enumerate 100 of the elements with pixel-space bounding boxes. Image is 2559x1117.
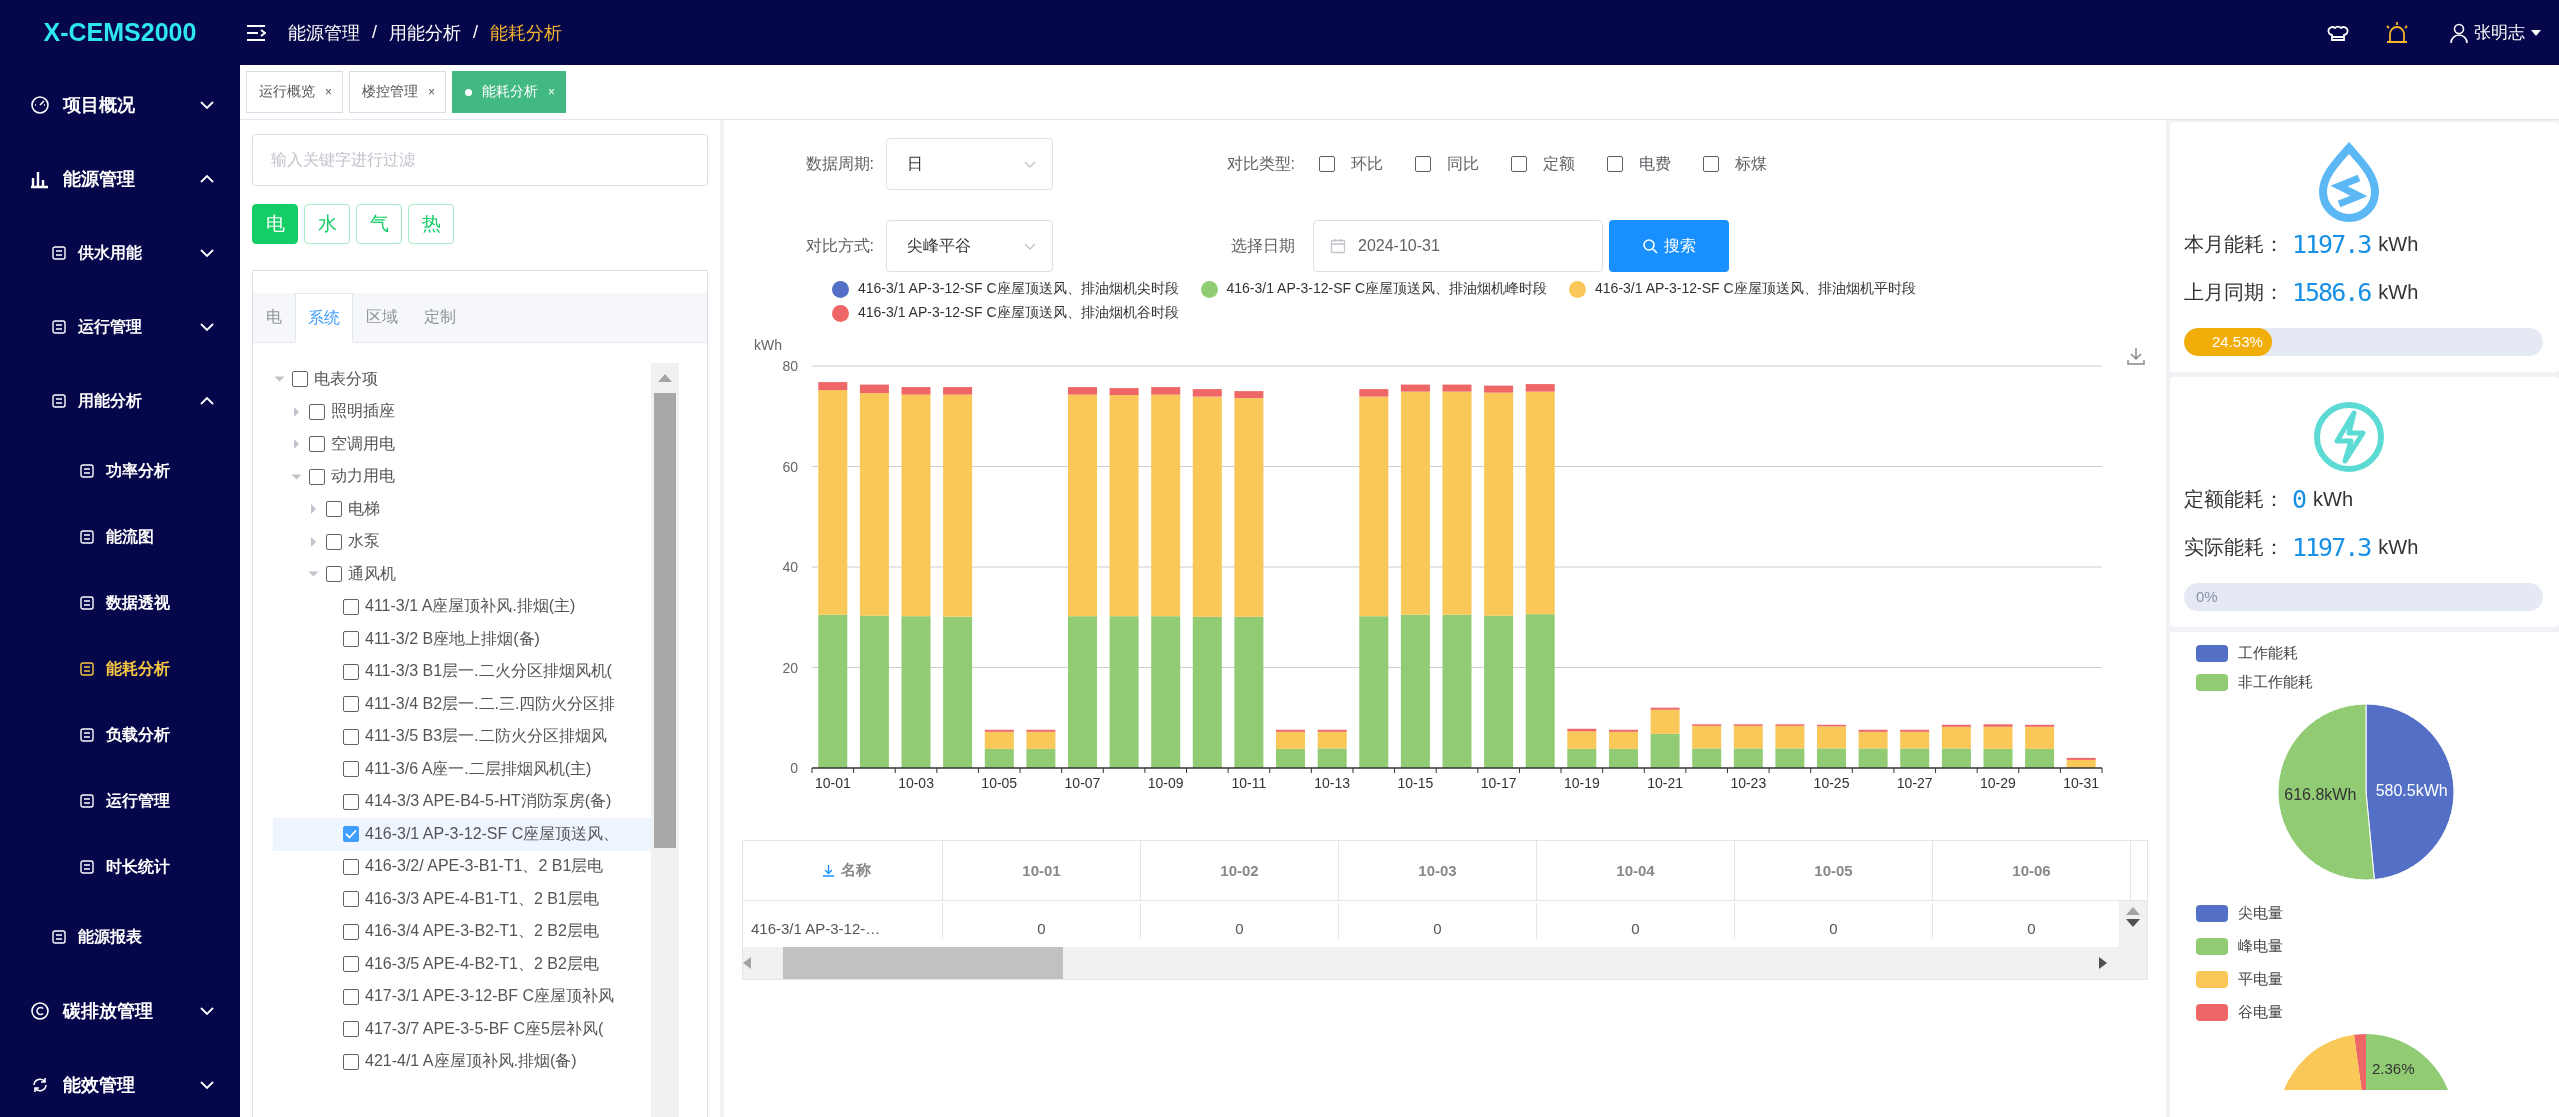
tree-node[interactable]: 416-3/3 APE-4-B1-T1、2 B1层电 xyxy=(273,883,651,916)
tree-node[interactable]: 照明插座 xyxy=(273,395,651,428)
bar-segment[interactable] xyxy=(2066,760,2096,768)
bar-segment[interactable] xyxy=(1692,748,1722,768)
legend-item[interactable]: 416-3/1 AP-3-12-SF C座屋顶送风、排油烟机峰时段 xyxy=(1200,280,1548,298)
checkbox[interactable] xyxy=(343,631,359,648)
checkbox[interactable] xyxy=(326,501,342,518)
tree-node[interactable]: 411-3/4 B2层一.二.三.四防火分区排 xyxy=(273,688,651,721)
tree-node[interactable]: 411-3/2 B座地上排烟(备) xyxy=(273,623,651,656)
checkbox[interactable] xyxy=(1607,156,1623,172)
caret-icon[interactable] xyxy=(308,571,319,577)
legend-item[interactable]: 平电量 xyxy=(2196,970,2559,989)
tree-node[interactable]: 水泵 xyxy=(273,525,651,558)
legend-item[interactable]: 非工作能耗 xyxy=(2196,673,2559,692)
menu-item[interactable]: 项目概况 xyxy=(0,68,240,142)
menu-item[interactable]: 数据透视 xyxy=(0,570,240,636)
checkbox[interactable] xyxy=(343,1021,359,1038)
tree-node[interactable]: 416-3/1 AP-3-12-SF C座屋顶送风、 xyxy=(273,818,651,851)
tree-node[interactable]: 417-3/1 APE-3-12-BF C座屋顶补风 xyxy=(273,980,651,1013)
tree-node[interactable]: 414-3/3 APE-B4-5-HT消防泵房(备) xyxy=(273,785,651,818)
compare-type-option[interactable]: 电费 xyxy=(1607,153,1671,175)
checkbox[interactable] xyxy=(343,826,359,843)
legend-item[interactable]: 尖电量 xyxy=(2196,904,2559,923)
checkbox[interactable] xyxy=(343,923,359,940)
compare-type-option[interactable]: 环比 xyxy=(1319,153,1383,175)
caret-icon[interactable] xyxy=(274,376,285,382)
menu-icon[interactable] xyxy=(246,23,266,42)
menu-item[interactable]: 运行管理 xyxy=(0,290,240,364)
compare-type-option[interactable]: 同比 xyxy=(1415,153,1479,175)
pie-slice[interactable] xyxy=(2365,703,2455,881)
checkbox[interactable] xyxy=(343,891,359,908)
tree-node[interactable]: 空调用电 xyxy=(273,428,651,461)
breadcrumb-item[interactable]: 能源管理 xyxy=(288,20,360,45)
scrollbar[interactable] xyxy=(2119,901,2147,947)
checkbox[interactable] xyxy=(343,956,359,973)
tree-node[interactable]: 411-3/1 A座屋顶补风.排烟(主) xyxy=(273,590,651,623)
bar-segment[interactable] xyxy=(1900,748,1930,768)
bar-segment[interactable] xyxy=(1983,748,2013,768)
period-select[interactable]: 日 xyxy=(886,138,1053,190)
filter-field[interactable]: 输入关键字进行过滤 xyxy=(252,134,708,186)
checkbox[interactable] xyxy=(326,566,342,583)
bar-segment[interactable] xyxy=(1317,748,1347,768)
user-name[interactable]: 张明志 xyxy=(2474,21,2525,44)
bar-segment[interactable] xyxy=(1733,748,1763,768)
caret-icon[interactable] xyxy=(294,406,299,417)
compare-mode-select[interactable]: 尖峰平谷 xyxy=(886,220,1053,272)
bar-segment[interactable] xyxy=(984,748,1014,768)
tree-node[interactable]: 421-4/1 A座屋顶补风.排烟(备) xyxy=(273,1045,651,1078)
menu-item[interactable]: 用能分析 xyxy=(0,364,240,438)
breadcrumb-item[interactable]: 用能分析 xyxy=(389,20,461,45)
tree-node[interactable]: 416-3/5 APE-4-B2-T1、2 B2层电 xyxy=(273,948,651,981)
breadcrumb-item[interactable]: 能耗分析 xyxy=(490,20,563,45)
checkbox[interactable] xyxy=(343,1053,359,1070)
checkbox[interactable] xyxy=(343,761,359,778)
bar-segment[interactable] xyxy=(1858,748,1888,768)
checkbox[interactable] xyxy=(1703,156,1719,172)
bar-segment[interactable] xyxy=(1775,748,1805,768)
tree-node[interactable]: 411-3/3 B1层一.二火分区排烟风机( xyxy=(273,655,651,688)
menu-item[interactable]: 能源管理 xyxy=(0,142,240,216)
checkbox[interactable] xyxy=(309,403,325,420)
caret-icon[interactable] xyxy=(311,536,316,547)
menu-item[interactable]: 碳排放管理 xyxy=(0,974,240,1048)
legend-item[interactable]: 416-3/1 AP-3-12-SF C座屋顶送风、排油烟机谷时段 xyxy=(832,304,1179,322)
menu-item[interactable]: 供水用能 xyxy=(0,216,240,290)
checkbox[interactable] xyxy=(343,988,359,1005)
bar-segment[interactable] xyxy=(1941,748,1971,768)
scrollbar[interactable] xyxy=(743,947,2147,979)
checkbox[interactable] xyxy=(326,533,342,550)
close-icon[interactable]: × xyxy=(428,85,436,99)
download-icon[interactable] xyxy=(2126,346,2146,366)
tree-node[interactable]: 动力用电 xyxy=(273,460,651,493)
page-tab[interactable]: 运行概览 × xyxy=(246,71,343,113)
scrollbar[interactable] xyxy=(651,363,679,1117)
tree-node[interactable]: 电表分项 xyxy=(273,363,651,396)
caret-down-icon[interactable] xyxy=(2531,29,2541,36)
tree-node[interactable]: 通风机 xyxy=(273,558,651,591)
caret-icon[interactable] xyxy=(311,504,316,515)
tree-node[interactable]: 416-3/2/ APE-3-B1-T1、2 B1层电 xyxy=(273,850,651,883)
page-tab[interactable]: 楼控管理 × xyxy=(349,71,447,113)
close-icon[interactable]: × xyxy=(325,85,332,99)
tree-node[interactable]: 电梯 xyxy=(273,493,651,526)
download-icon[interactable] xyxy=(822,864,835,877)
pie-slice[interactable] xyxy=(2277,703,2375,881)
checkbox[interactable] xyxy=(1415,156,1431,172)
checkbox[interactable] xyxy=(1511,156,1527,172)
menu-item[interactable]: 功率分析 xyxy=(0,438,240,504)
checkbox[interactable] xyxy=(343,858,359,875)
legend-item[interactable]: 谷电量 xyxy=(2196,1003,2559,1022)
menu-item[interactable]: 运行管理 xyxy=(0,768,240,834)
tree-node[interactable]: 411-3/6 A座一.二层排烟风机(主) xyxy=(273,753,651,786)
bar-segment[interactable] xyxy=(1817,748,1846,768)
checkbox[interactable] xyxy=(343,598,359,615)
compare-type-option[interactable]: 定额 xyxy=(1511,153,1575,175)
menu-item[interactable]: 负载分析 xyxy=(0,702,240,768)
date-field[interactable]: 2024-10-31 xyxy=(1313,220,1603,272)
checkbox[interactable] xyxy=(309,468,325,485)
checkbox[interactable] xyxy=(343,696,359,713)
checkbox[interactable] xyxy=(343,728,359,745)
alarm-icon[interactable] xyxy=(2384,19,2410,46)
legend-item[interactable]: 工作能耗 xyxy=(2196,644,2559,663)
